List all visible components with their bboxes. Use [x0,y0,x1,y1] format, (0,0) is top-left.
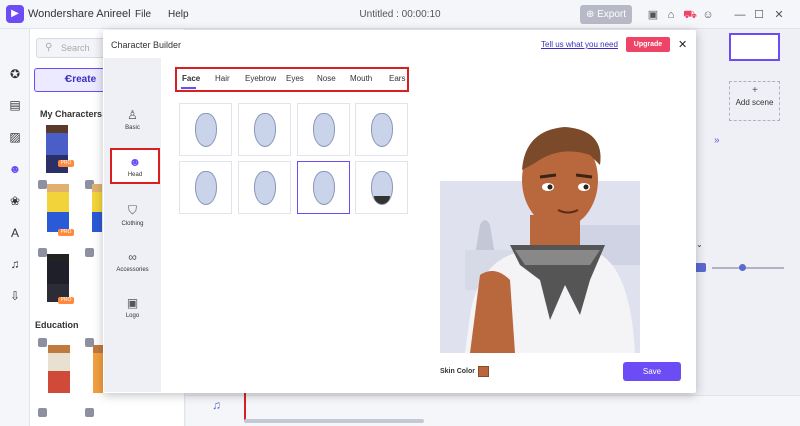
export-button[interactable]: ⊕ Export [580,5,632,24]
add-scene-label: Add scene [735,98,774,107]
face-option[interactable] [179,161,232,214]
face-option[interactable] [355,161,408,214]
subtab-ears[interactable]: Ears [389,74,405,83]
menu-help[interactable]: Help [168,9,189,20]
template-icon[interactable]: ✪ [8,67,22,81]
cart-icon[interactable]: ⛟ [683,8,697,22]
subtab-mouth[interactable]: Mouth [350,74,372,83]
save-button[interactable]: Save [623,362,681,381]
pro-badge: PRO [58,160,74,167]
feedback-link[interactable]: Tell us what you need [541,40,618,49]
pro-badge: PRO [58,229,74,236]
home-icon[interactable]: ⌂ [664,8,678,22]
tab-clothing-label: Clothing [121,221,144,227]
app-logo-icon: ▶ [6,5,24,23]
app-name: Wondershare Anireel [28,8,131,20]
face-option[interactable] [238,161,291,214]
character-icon[interactable]: ☻ [8,162,22,176]
background-icon[interactable]: ▨ [8,130,22,144]
subtab-hair[interactable]: Hair [215,74,230,83]
export-label: Export [597,9,627,20]
tab-logo[interactable]: ▣ Logo [104,296,161,319]
zoom-slider-handle[interactable] [739,264,746,271]
skin-color-swatch[interactable] [478,366,489,377]
tab-accessories[interactable]: ∞ Accessories [104,250,161,273]
download-icon[interactable] [85,248,94,257]
download-icon[interactable] [85,408,94,417]
glasses-icon: ∞ [128,250,137,264]
tab-logo-label: Logo [125,313,140,319]
import-icon[interactable]: ⇩ [8,289,22,303]
subtab-nose[interactable]: Nose [317,74,336,83]
active-subtab-indicator [181,87,196,89]
shirt-icon: ⛉ [127,203,137,217]
face-option[interactable] [355,103,408,156]
props-icon[interactable]: ❀ [8,194,22,208]
face-option[interactable] [179,103,232,156]
tab-basic-label: Basic [125,125,140,131]
character-thumbnail[interactable] [48,345,70,393]
subtab-eyebrow[interactable]: Eyebrow [245,74,276,83]
account-icon[interactable]: ☺ [701,8,715,22]
subtab-face[interactable]: Face [182,74,200,83]
music-track-icon[interactable]: ♫ [212,398,221,412]
tab-head-label: Head [127,172,143,178]
face-option-selected[interactable] [297,161,350,214]
upgrade-button[interactable]: Upgrade [626,37,670,52]
timeline-scrollbar[interactable] [244,419,424,423]
pro-badge: PRO [58,297,74,304]
chevron-down-icon[interactable]: ⌄ [696,240,703,249]
maximize-icon[interactable]: ☐ [752,8,766,22]
character-thumbnail[interactable] [47,184,69,232]
section-education: Education [35,320,79,330]
download-icon[interactable] [38,338,47,347]
character-thumbnail[interactable] [92,184,102,232]
save-file-icon[interactable]: ▣ [646,8,660,22]
menu-file[interactable]: File [135,9,151,20]
download-icon[interactable] [38,408,47,417]
zoom-slider[interactable] [712,267,784,269]
close-window-icon[interactable]: ✕ [772,8,786,22]
face-option[interactable] [238,103,291,156]
tab-clothing[interactable]: ⛉ Clothing [104,203,161,227]
text-icon[interactable]: A [8,226,22,240]
section-my-characters: My Characters [40,109,103,119]
face-option[interactable] [297,103,350,156]
tab-accessories-label: Accessories [116,267,149,273]
search-icon: ⚲ [45,42,53,53]
music-icon[interactable]: ♫ [8,257,22,271]
tab-head[interactable]: ☻ Head [110,148,160,184]
media-icon[interactable]: ▤ [8,98,22,112]
add-user-icon: + [64,73,71,85]
document-title: Untitled : 00:00:10 [359,9,441,20]
logo-icon: ▣ [126,296,139,310]
close-icon[interactable]: ✕ [678,38,687,51]
subtab-eyes[interactable]: Eyes [286,74,304,83]
minimize-icon[interactable]: — [733,8,747,22]
plus-icon: + [752,85,758,96]
expand-icon[interactable]: » [714,135,720,146]
dialog-title: Character Builder [111,40,182,50]
scene-thumbnail[interactable] [729,33,780,61]
skin-color-label: Skin Color [440,368,476,375]
download-icon[interactable] [38,248,47,257]
person-icon: ♙ [127,108,138,122]
character-thumbnail[interactable] [47,254,69,302]
head-icon: ☻ [128,155,142,169]
character-thumbnail[interactable] [93,345,103,393]
tab-basic[interactable]: ♙ Basic [104,108,161,131]
playhead[interactable] [244,390,246,420]
character-preview-figure [465,127,640,353]
download-icon[interactable] [38,180,47,189]
